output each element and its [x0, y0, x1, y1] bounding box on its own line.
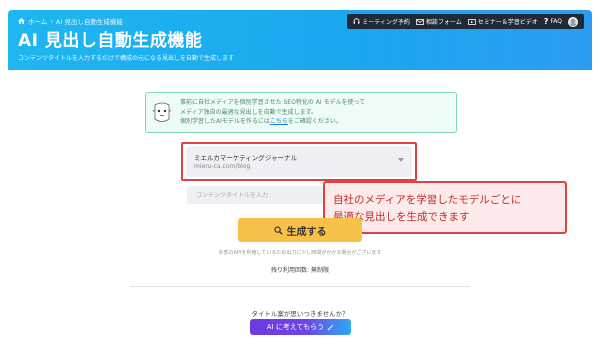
nav-seminar-label: セミナー＆学習ビデオ: [477, 19, 538, 26]
user-avatar[interactable]: [568, 16, 578, 27]
info-line-3: 個別学習したAIモデルを作るにはこちらをご確認ください。: [180, 117, 365, 127]
ai-suggest-button[interactable]: AI に考えてもらう: [250, 319, 351, 335]
api-notice: 外部のAPIを利用しているため出力に少し時間がかかる場合がございます: [218, 250, 382, 256]
page-header: ホーム › AI 見出し自動生成機能 AI 見出し自動生成機能 コンテンツタイト…: [8, 10, 592, 70]
search-icon: [273, 225, 283, 235]
nav-faq[interactable]: ? FAQ: [544, 17, 562, 26]
media-select[interactable]: ミエルカマーケティングジャーナル mieru-ca.com/blog: [186, 146, 412, 177]
generate-button-label: 生成する: [286, 226, 327, 238]
robot-mascot-icon: [152, 102, 172, 122]
ai-suggest-button-label: AI に考えてもらう: [266, 323, 325, 331]
app-window: ホーム › AI 見出し自動生成機能 AI 見出し自動生成機能 コンテンツタイト…: [0, 0, 600, 363]
info-line-3-prefix: 個別学習したAIモデルを作るには: [180, 118, 270, 125]
nav-contact-label: 相談フォーム: [425, 19, 462, 26]
breadcrumb-home[interactable]: ホーム: [28, 16, 47, 26]
divider: [130, 286, 470, 287]
nav-seminar[interactable]: セミナー＆学習ビデオ: [467, 17, 538, 26]
title-prompt-text: タイトル案が思いつきませんか？: [251, 310, 349, 318]
video-icon: [467, 18, 476, 25]
info-line-3-suffix: をご確認ください。: [287, 118, 342, 125]
title-input[interactable]: [187, 186, 327, 204]
home-icon[interactable]: [18, 18, 25, 24]
media-select-url: mieru-ca.com/blog: [194, 163, 251, 170]
breadcrumb: ホーム › AI 見出し自動生成機能: [18, 16, 123, 26]
media-select-name: ミエルカマーケティングジャーナル: [194, 154, 297, 162]
info-box: 事前に自社メディアを個別学習させた SEO特化の AI モデルを使って メディア…: [145, 92, 457, 133]
nav-faq-label: FAQ: [550, 18, 562, 25]
breadcrumb-current: AI 見出し自動生成機能: [55, 18, 123, 26]
nav-meeting-label: ミーティング予約: [362, 19, 410, 26]
info-line-2: メディア独自の最適な見出しを自動で生成します。: [180, 108, 317, 116]
generate-button[interactable]: 生成する: [238, 218, 362, 242]
chevron-down-icon: [398, 158, 404, 162]
magic-wand-icon: [327, 323, 334, 330]
top-navigation: ミーティング予約 相談フォーム セミナー＆学習ビデオ ? FAQ: [347, 14, 584, 29]
nav-contact[interactable]: 相談フォーム: [415, 17, 462, 26]
info-text: 事前に自社メディアを個別学習させた SEO特化の AI モデルを使って メディア…: [180, 98, 365, 127]
page-subtitle: コンテンツタイトルを入力するだけで構成の元になる見出しを自動で生成します: [18, 55, 235, 62]
callout-line-1: 自社のメディアを学習したモデルごとに: [333, 194, 522, 206]
usage-count: 残り利用回数: 無制限: [271, 267, 329, 274]
page-title: AI 見出し自動生成機能: [18, 31, 203, 51]
info-link[interactable]: こちら: [270, 118, 288, 125]
breadcrumb-separator: ›: [50, 17, 53, 25]
nav-meeting[interactable]: ミーティング予約: [353, 17, 410, 26]
headset-icon: [353, 18, 360, 24]
mail-icon: [415, 18, 424, 25]
question-icon: ?: [543, 17, 549, 26]
info-line-1: 事前に自社メディアを個別学習させた SEO特化の AI モデルを使って: [180, 99, 366, 106]
